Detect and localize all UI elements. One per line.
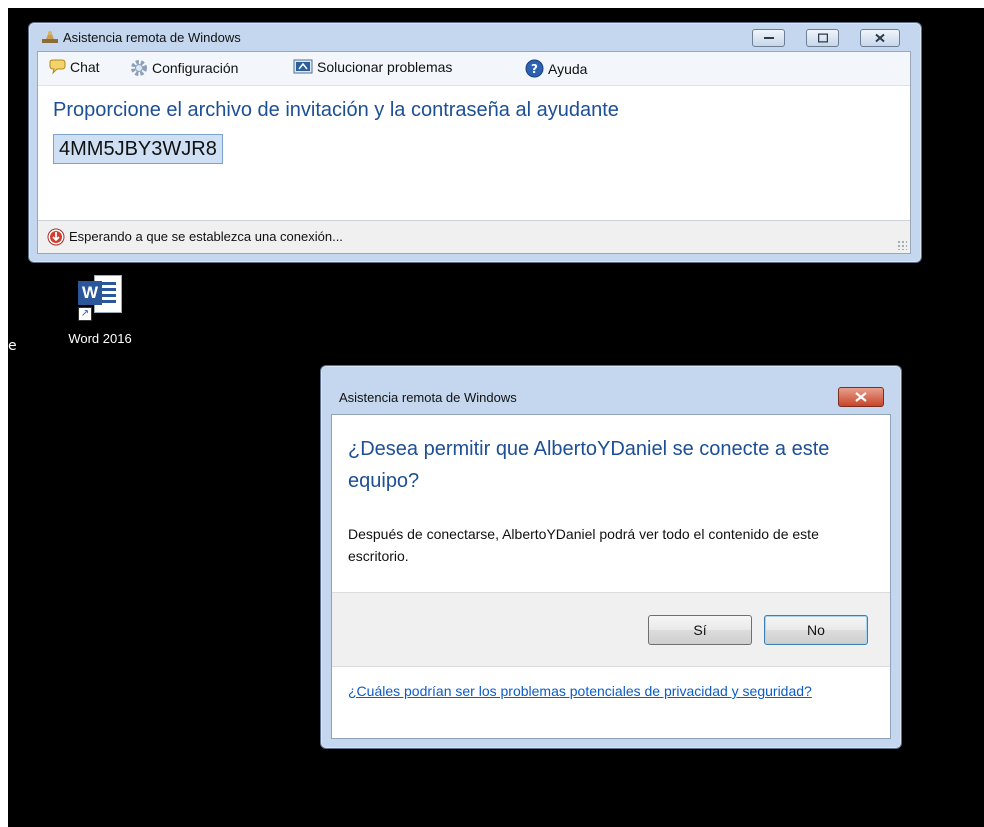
yes-button[interactable]: Sí (648, 615, 752, 645)
chat-bubble-icon (49, 59, 66, 75)
close-button[interactable] (860, 29, 900, 47)
desktop-icon-label: Word 2016 (68, 331, 132, 346)
close-icon (875, 33, 885, 43)
settings-button[interactable]: Configuración (130, 59, 238, 77)
dialog-content: ¿Desea permitir que AlbertoYDaniel se co… (331, 414, 891, 739)
toolbar: Chat Configuración Solucionar problemas (38, 52, 910, 86)
troubleshoot-icon (293, 59, 313, 74)
dialog-button-area: Sí No (332, 592, 890, 667)
dialog-description: Después de conectarse, AlbertoYDaniel po… (348, 526, 819, 564)
close-icon (855, 392, 867, 402)
minimize-button[interactable] (752, 29, 785, 47)
settings-label: Configuración (152, 60, 239, 76)
chat-label: Chat (70, 59, 100, 75)
dialog-question: ¿Desea permitir que AlbertoYDaniel se co… (348, 438, 830, 492)
privacy-security-link[interactable]: ¿Cuáles podrían ser los problemas potenc… (348, 681, 878, 702)
help-label: Ayuda (548, 60, 588, 77)
no-button[interactable]: No (764, 615, 868, 645)
title-bar[interactable]: Asistencia remota de Windows (29, 23, 921, 51)
help-button[interactable]: ? Ayuda (525, 59, 587, 78)
gear-icon (131, 60, 147, 76)
maximize-button[interactable] (806, 29, 839, 47)
troubleshoot-label: Solucionar problemas (317, 59, 453, 75)
desktop-edge-text: e (8, 338, 17, 354)
help-icon: ? (525, 59, 544, 78)
svg-text:?: ? (531, 62, 538, 76)
word-icon: W ↗ (78, 273, 122, 321)
dialog-title: Asistencia remota de Windows (339, 390, 517, 405)
remote-assistance-window: Asistencia remota de Windows Chat Config… (28, 22, 922, 263)
status-bar: Esperando a que se establezca una conexi… (38, 220, 910, 253)
status-text: Esperando a que se establezca una conexi… (69, 229, 343, 244)
status-arrow-icon (47, 228, 65, 246)
minimize-icon (763, 37, 774, 39)
shortcut-arrow-icon: ↗ (78, 307, 92, 321)
troubleshoot-button[interactable]: Solucionar problemas (293, 59, 452, 75)
resize-grip[interactable] (897, 240, 907, 250)
instruction-heading: Proporcione el archivo de invitación y l… (53, 99, 619, 121)
dialog-close-button[interactable] (838, 387, 884, 407)
invitation-password-field[interactable]: 4MM5JBY3WJR8 (53, 134, 223, 164)
window-content: Chat Configuración Solucionar problemas (37, 51, 911, 254)
desktop-icon-word-2016[interactable]: W ↗ Word 2016 (52, 273, 148, 346)
chat-button[interactable]: Chat (48, 59, 100, 75)
maximize-icon (817, 33, 828, 43)
window-title: Asistencia remota de Windows (63, 30, 241, 45)
connection-permission-dialog: Asistencia remota de Windows ¿Desea perm… (320, 365, 902, 749)
dialog-title-bar[interactable]: Asistencia remota de Windows (321, 366, 901, 414)
remote-assistance-icon (42, 31, 58, 43)
